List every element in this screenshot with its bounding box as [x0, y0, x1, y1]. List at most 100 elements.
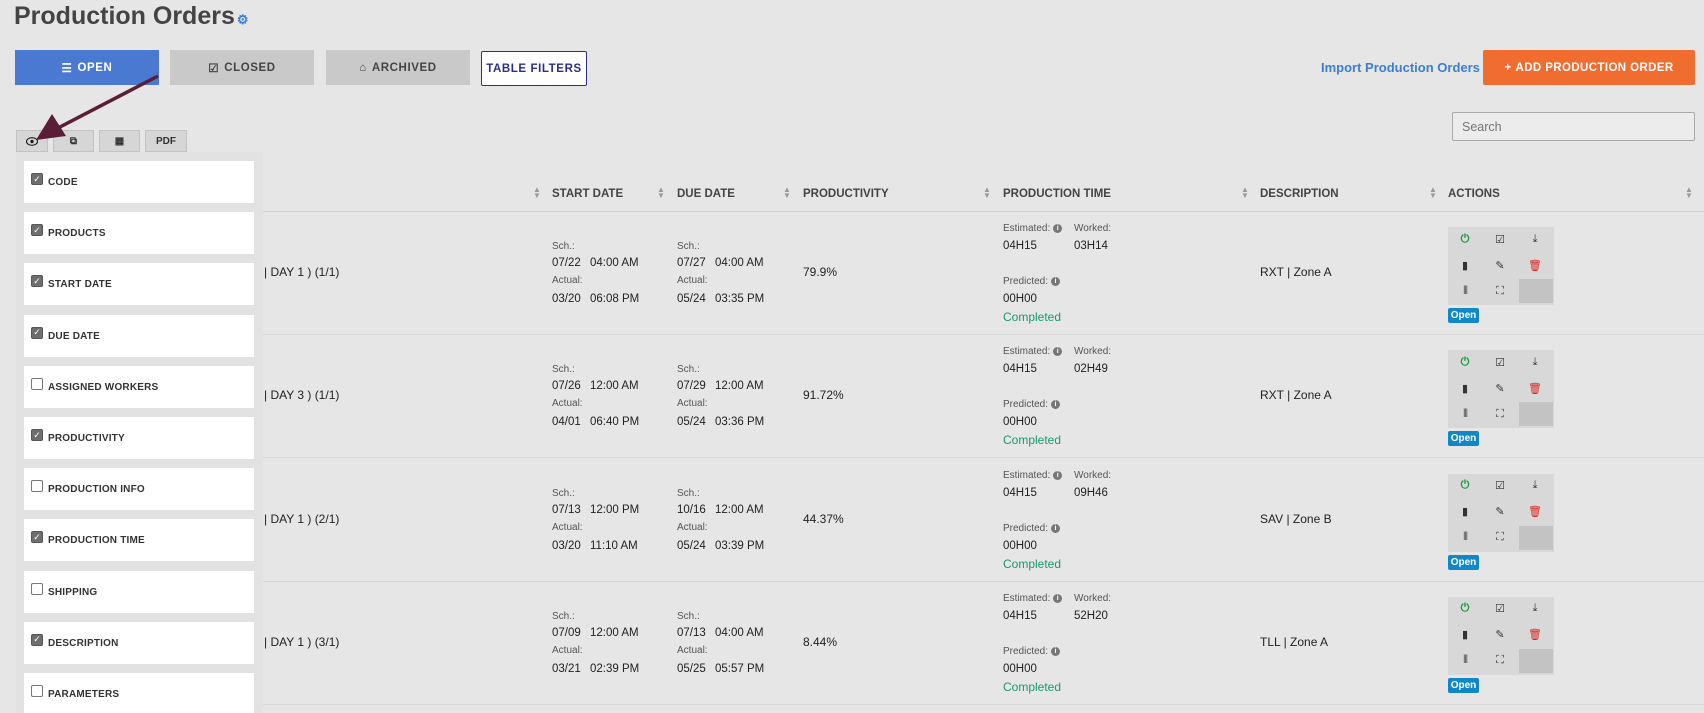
power-icon[interactable]: ⏻: [1448, 350, 1482, 374]
download-icon[interactable]: ⤓: [1518, 474, 1552, 498]
check-icon[interactable]: ☑: [1483, 350, 1517, 374]
sch-label: Sch.:: [677, 241, 700, 252]
checkbox[interactable]: [31, 377, 43, 390]
barcode-icon[interactable]: ⦀: [1448, 526, 1482, 550]
sort-icon[interactable]: ▲ ▼: [1429, 186, 1437, 200]
status-badge: Open: [1448, 677, 1479, 693]
header-description[interactable]: DESCRIPTION: [1260, 188, 1339, 200]
sort-icon[interactable]: ▲ ▼: [983, 186, 991, 200]
trash-icon[interactable]: 🗑: [1518, 623, 1552, 647]
download-icon[interactable]: ⤓: [1518, 597, 1552, 621]
edit-icon[interactable]: ✎: [1483, 500, 1517, 524]
sort-icon[interactable]: ▲ ▼: [783, 186, 791, 200]
sitemap-icon[interactable]: ⛶: [1483, 526, 1517, 550]
edit-icon[interactable]: ✎: [1483, 376, 1517, 400]
info-icon[interactable]: i: [1051, 277, 1061, 286]
column-toggle-item[interactable]: ✓ PRODUCTIVITY: [24, 417, 254, 459]
edit-icon[interactable]: ✎: [1483, 623, 1517, 647]
start-sch-time: 12:00 AM: [590, 626, 639, 639]
checkbox[interactable]: [31, 685, 43, 697]
add-production-order-button[interactable]: + ADD PRODUCTION ORDER: [1483, 50, 1695, 85]
table-filters-label: TABLE FILTERS: [486, 62, 582, 75]
gear-icon[interactable]: ⚙: [237, 12, 249, 27]
trash-icon[interactable]: 🗑: [1518, 376, 1552, 400]
header-production-time[interactable]: PRODUCTION TIME: [1003, 188, 1111, 200]
barcode-icon[interactable]: ⦀: [1448, 649, 1482, 673]
tab-archived-label: ARCHIVED: [371, 61, 437, 74]
column-toggle-item[interactable]: ✓ DUE DATE: [24, 314, 254, 357]
file-icon[interactable]: ▮: [1448, 253, 1482, 277]
info-icon[interactable]: i: [1051, 646, 1061, 656]
file-icon[interactable]: ▮: [1448, 623, 1482, 647]
file-icon[interactable]: ▮: [1448, 376, 1482, 400]
power-icon[interactable]: ⏻: [1448, 597, 1482, 621]
due-act-date: 05/25: [677, 662, 706, 675]
due-sch-date: 07/29: [677, 380, 706, 393]
column-toggle-item[interactable]: PARAMETERS: [24, 673, 254, 713]
edit-icon[interactable]: ✎: [1483, 253, 1517, 277]
due-sch-time: 12:00 AM: [715, 503, 764, 516]
column-toggle-label: START DATE: [48, 279, 112, 291]
checkbox[interactable]: ✓: [31, 429, 43, 441]
info-icon[interactable]: i: [1051, 400, 1061, 410]
sitemap-icon[interactable]: ⛶: [1483, 649, 1517, 673]
sitemap-icon[interactable]: ⛶: [1483, 279, 1517, 303]
checkbox[interactable]: ✓: [31, 173, 43, 185]
sitemap-icon[interactable]: ⛶: [1483, 402, 1517, 426]
table-filters-button[interactable]: TABLE FILTERS: [481, 51, 587, 86]
column-toggle-item[interactable]: ✓ PRODUCTS: [24, 212, 254, 255]
worked-label: Worked:: [1074, 223, 1112, 234]
checkbox[interactable]: ✓: [31, 531, 43, 544]
column-toggle-item[interactable]: PRODUCTION INFO: [24, 468, 254, 511]
header-productivity[interactable]: PRODUCTIVITY: [803, 188, 889, 200]
sort-icon[interactable]: ▲ ▼: [1241, 186, 1249, 200]
check-icon[interactable]: ☑: [1483, 597, 1517, 621]
info-icon[interactable]: i: [1051, 523, 1061, 533]
download-icon[interactable]: ⤓: [1518, 350, 1552, 374]
sort-icon[interactable]: ▲ ▼: [533, 186, 541, 200]
column-toggle-item[interactable]: ✓ CODE: [24, 161, 254, 203]
info-icon[interactable]: i: [1053, 224, 1063, 233]
download-icon[interactable]: ⤓: [1518, 227, 1552, 251]
column-toggle-item[interactable]: SHIPPING: [24, 570, 254, 613]
header-start-date[interactable]: START DATE: [552, 188, 623, 200]
row-divider: [263, 703, 1704, 705]
checkbox[interactable]: [31, 582, 43, 595]
checkbox[interactable]: [31, 480, 43, 493]
info-icon[interactable]: i: [1053, 470, 1063, 480]
info-icon[interactable]: i: [1053, 593, 1063, 603]
file-icon[interactable]: ▮: [1448, 500, 1482, 524]
column-toggle-item[interactable]: ✓ PRODUCTION TIME: [24, 519, 254, 562]
column-toggle-label: SHIPPING: [48, 586, 98, 598]
trash-icon[interactable]: 🗑: [1518, 500, 1552, 524]
power-icon[interactable]: ⏻: [1448, 227, 1482, 251]
checkbox[interactable]: ✓: [31, 326, 43, 339]
checkbox[interactable]: ✓: [31, 275, 43, 288]
start-act-date: 03/21: [552, 662, 581, 675]
barcode-icon[interactable]: ⦀: [1448, 279, 1482, 303]
header-actions[interactable]: ACTIONS: [1448, 188, 1500, 200]
estimated-value: 04H15: [1003, 240, 1037, 252]
description-cell: RXT | Zone A: [1260, 388, 1332, 403]
predicted-label: Predicted: i: [1003, 276, 1061, 287]
column-toggle-item[interactable]: ✓ START DATE: [24, 263, 254, 306]
column-toggle-item[interactable]: ASSIGNED WORKERS: [24, 365, 254, 408]
trash-icon[interactable]: 🗑: [1518, 253, 1552, 277]
header-due-date[interactable]: DUE DATE: [677, 188, 735, 200]
due-sch-date: 07/27: [677, 257, 706, 269]
actions-group: ⏻ ☑ ⤓ ▮ ✎ 🗑 ⦀ ⛶: [1448, 227, 1554, 305]
search-input[interactable]: [1452, 112, 1695, 141]
info-icon[interactable]: i: [1053, 347, 1063, 357]
sort-icon[interactable]: ▲ ▼: [657, 186, 665, 200]
check-icon[interactable]: ☑: [1483, 474, 1517, 498]
column-toggle-item[interactable]: ✓ DESCRIPTION: [24, 621, 254, 664]
import-production-orders-link[interactable]: Import Production Orders: [1321, 60, 1480, 75]
power-icon[interactable]: ⏻: [1448, 474, 1482, 498]
checkbox[interactable]: ✓: [31, 633, 43, 646]
sort-icon[interactable]: ▲ ▼: [1685, 186, 1693, 200]
tab-archived[interactable]: ⌂ ARCHIVED: [326, 50, 470, 85]
check-icon[interactable]: ☑: [1483, 227, 1517, 251]
estimated-label-text: Estimated:: [1003, 346, 1051, 358]
barcode-icon[interactable]: ⦀: [1448, 402, 1482, 426]
checkbox[interactable]: ✓: [31, 224, 43, 237]
